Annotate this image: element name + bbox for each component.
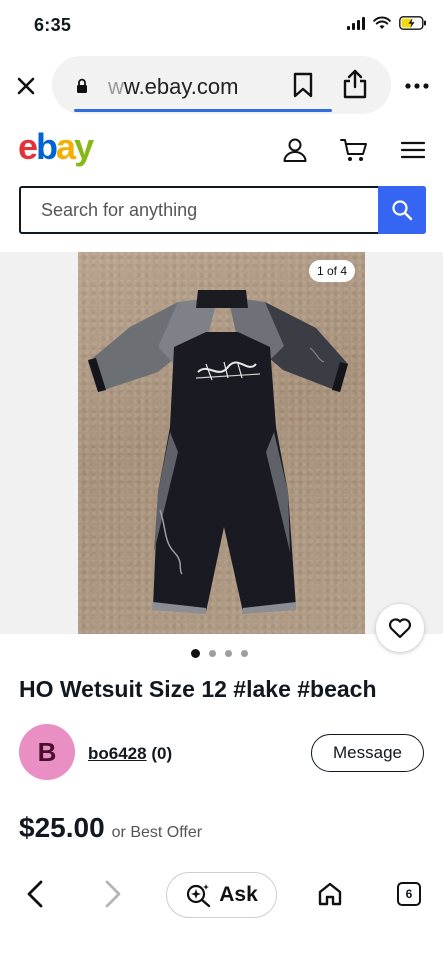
site-header: ebay bbox=[0, 118, 443, 182]
search-button[interactable] bbox=[378, 186, 426, 234]
sparkle-search-icon bbox=[187, 884, 211, 908]
menu-button[interactable] bbox=[399, 136, 427, 164]
message-seller-button[interactable]: Message bbox=[311, 734, 424, 772]
image-gallery[interactable]: 1 of 4 bbox=[0, 252, 443, 634]
ask-button[interactable]: Ask bbox=[166, 872, 277, 918]
address-bar[interactable]: ww.ebay.com bbox=[52, 56, 391, 114]
seller-info[interactable]: bo6428 (0) bbox=[88, 744, 172, 764]
more-icon bbox=[405, 83, 429, 89]
photo-counter: 1 of 4 bbox=[308, 260, 355, 282]
forward-icon bbox=[105, 880, 121, 908]
share-icon[interactable] bbox=[342, 68, 368, 100]
price-row: $25.00 or Best Offer bbox=[19, 812, 202, 844]
pagination-dot[interactable] bbox=[224, 650, 232, 657]
cart-icon bbox=[340, 139, 367, 161]
ebay-logo[interactable]: ebay bbox=[18, 126, 94, 168]
home-icon bbox=[318, 882, 342, 906]
logo-letter-a: a bbox=[56, 126, 76, 167]
url-domain: w.ebay.com bbox=[123, 74, 239, 99]
status-bar: 6:35 bbox=[0, 0, 443, 52]
url-faded-prefix: w bbox=[108, 74, 124, 99]
wifi-icon bbox=[373, 16, 391, 29]
seller-username[interactable]: bo6428 bbox=[88, 744, 147, 763]
back-icon bbox=[27, 880, 43, 908]
account-icon bbox=[283, 138, 307, 162]
menu-icon bbox=[401, 141, 425, 159]
tabs-button[interactable]: 6 bbox=[397, 882, 421, 906]
browser-bar: ww.ebay.com bbox=[0, 52, 443, 118]
page-load-progress bbox=[74, 109, 332, 112]
status-time: 6:35 bbox=[34, 15, 72, 35]
lock-icon bbox=[77, 78, 87, 93]
more-button[interactable] bbox=[400, 72, 434, 100]
logo-letter-b: b bbox=[36, 126, 58, 167]
battery-charging-icon bbox=[399, 16, 426, 30]
bookmark-icon[interactable] bbox=[292, 72, 314, 98]
search-icon bbox=[392, 200, 413, 221]
best-offer-text: or Best Offer bbox=[111, 824, 203, 841]
home-button[interactable] bbox=[316, 880, 344, 908]
browser-toolbar: Ask 6 bbox=[0, 862, 443, 960]
wetsuit-image bbox=[88, 290, 348, 614]
pagination-dot[interactable] bbox=[240, 650, 248, 657]
add-to-watchlist-button[interactable] bbox=[376, 604, 424, 652]
tab-count: 6 bbox=[405, 887, 413, 901]
signal-icon bbox=[347, 16, 365, 30]
account-button[interactable] bbox=[281, 136, 309, 164]
search-input[interactable] bbox=[21, 188, 378, 232]
item-price: $25.00 bbox=[19, 812, 105, 843]
gallery-pagination bbox=[0, 649, 443, 658]
logo-letter-e: e bbox=[18, 126, 38, 167]
cart-button[interactable] bbox=[340, 136, 368, 164]
search-bar bbox=[19, 186, 426, 234]
close-button[interactable] bbox=[10, 70, 42, 102]
listing-title: HO Wetsuit Size 12 #lake #beach bbox=[19, 676, 377, 702]
seller-feedback-count: (0) bbox=[151, 744, 173, 763]
product-photo[interactable]: 1 of 4 bbox=[78, 252, 365, 634]
ask-label: Ask bbox=[219, 883, 258, 906]
back-button[interactable] bbox=[20, 878, 50, 910]
logo-letter-y: y bbox=[74, 126, 94, 167]
seller-avatar[interactable]: B bbox=[19, 724, 75, 780]
url-text: ww.ebay.com bbox=[108, 74, 238, 100]
pagination-dot[interactable] bbox=[208, 650, 216, 657]
status-icons bbox=[347, 16, 427, 30]
pagination-dot-active[interactable] bbox=[190, 649, 200, 658]
close-icon bbox=[17, 77, 35, 95]
forward-button[interactable] bbox=[98, 878, 128, 910]
heart-icon bbox=[388, 618, 412, 639]
